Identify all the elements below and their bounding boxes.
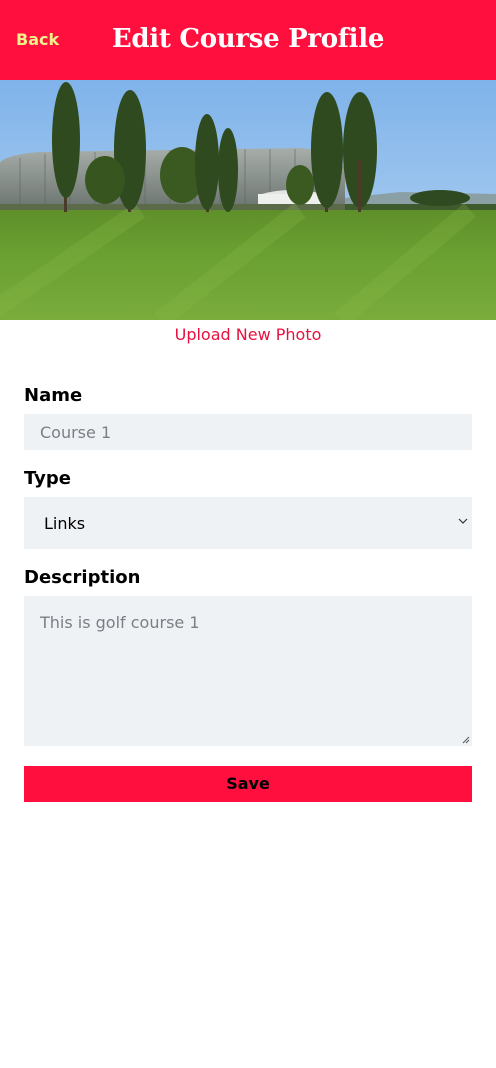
description-placeholder: This is golf course 1 bbox=[40, 613, 200, 632]
name-input[interactable]: Course 1 bbox=[24, 414, 472, 450]
description-textarea[interactable]: This is golf course 1 bbox=[24, 596, 472, 746]
page-title: Edit Course Profile bbox=[111, 24, 385, 54]
upload-photo-link[interactable]: Upload New Photo bbox=[0, 325, 496, 344]
name-label: Name bbox=[24, 385, 83, 406]
app-header: Back Edit Course Profile bbox=[0, 0, 496, 80]
type-selected-value: Links bbox=[44, 514, 86, 533]
chevron-down-icon bbox=[458, 518, 468, 524]
description-label: Description bbox=[24, 567, 141, 588]
save-button[interactable]: Save bbox=[24, 766, 472, 802]
resize-handle-icon[interactable] bbox=[462, 736, 470, 744]
type-label: Type bbox=[24, 468, 71, 489]
course-photo bbox=[0, 80, 496, 320]
type-select[interactable]: Links bbox=[24, 497, 472, 549]
